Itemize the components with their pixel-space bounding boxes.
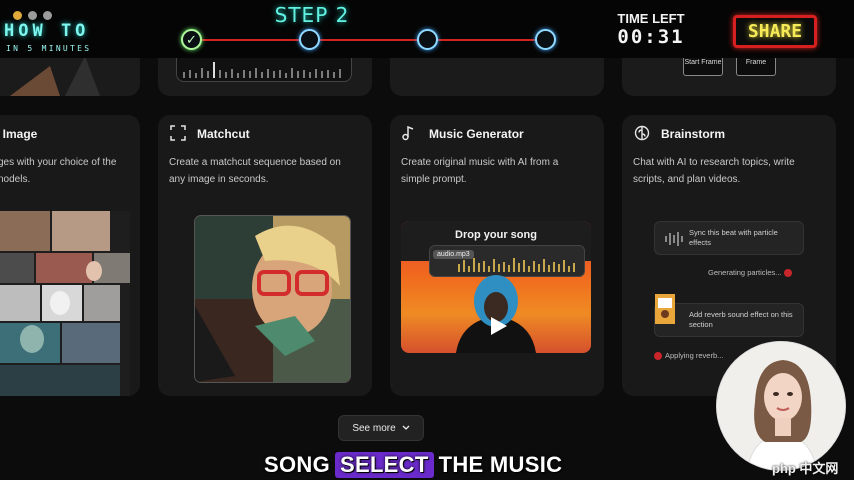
feature-card-image[interactable]: o Image ges with your choice of the node…	[0, 115, 140, 396]
dot-grey	[28, 11, 37, 20]
status-dot-icon	[654, 352, 662, 361]
feature-card-music-generator[interactable]: Music Generator Create original music wi…	[390, 115, 604, 396]
music-note-icon	[402, 125, 414, 141]
card-title: Music Generator	[429, 127, 524, 141]
brain-icon	[634, 125, 650, 141]
dot-orange	[13, 11, 22, 20]
caption-word-before: SONG	[264, 451, 330, 477]
show-subtitle: IN 5 MINUTES	[6, 44, 92, 53]
see-more-label: See more	[352, 422, 396, 434]
matchcut-icon	[170, 125, 186, 141]
time-left-value: 00:31	[617, 26, 685, 48]
end-frame-tag: Frame	[736, 56, 776, 76]
card-description: Create a matchcut sequence based on any …	[169, 157, 341, 185]
caption-word-after: THE MUSIC	[438, 451, 563, 477]
window-dots	[13, 11, 52, 20]
subtitle-caption: SONG SELECT THE MUSIC	[264, 449, 562, 480]
top-card-1-thumbnail	[10, 56, 100, 96]
step-node-4	[535, 29, 556, 50]
card-description: ges with your choice of the nodels.	[0, 157, 117, 185]
card-description: Create original music with AI from a sim…	[401, 157, 559, 185]
song-drop-zone[interactable]: Drop your song audio.mp3	[401, 221, 591, 353]
step-progress-line	[190, 39, 546, 41]
card-description: Chat with AI to research topics, write s…	[633, 157, 795, 185]
audio-waveform	[176, 58, 352, 82]
step-node-1-check-icon: ✓	[181, 29, 202, 50]
step-node-2	[299, 29, 320, 50]
show-title: HOW TO	[4, 21, 90, 41]
status-reverb: Applying reverb...	[654, 351, 724, 361]
matchcut-preview-image	[195, 216, 350, 382]
waveform-icon	[665, 232, 683, 246]
chat-bubble-1: Sync this beat with particle effects	[654, 221, 804, 255]
step-node-3	[417, 29, 438, 50]
chat-bubble-2: Add reverb sound effect on this section	[654, 294, 804, 337]
see-more-button[interactable]: See more	[338, 415, 424, 441]
step-title: STEP 2	[274, 3, 350, 27]
presenter-avatar	[716, 341, 846, 471]
chevron-down-icon	[402, 425, 410, 430]
status-generating: Generating particles...	[708, 268, 793, 278]
top-card-3	[390, 56, 604, 96]
status-dot-icon	[784, 269, 793, 278]
card-title: o Image	[0, 127, 38, 141]
time-left-label: TIME LEFT	[617, 11, 685, 26]
top-card-1	[0, 56, 140, 96]
top-banner: HOW TO IN 5 MINUTES STEP 2 ✓ TIME LEFT 0…	[0, 0, 854, 58]
caption-highlight-word: SELECT	[335, 451, 434, 478]
chat-message-2: Add reverb sound effect on this section	[689, 310, 793, 329]
top-card-4	[622, 56, 836, 96]
chat-message-1: Sync this beat with particle effects	[689, 228, 778, 247]
dot-grey	[43, 11, 52, 20]
start-frame-tag: Start Frame	[683, 56, 723, 76]
thumbnail-icon	[655, 294, 675, 324]
card-title: Brainstorm	[661, 127, 726, 141]
watermark-logo: php 中文网	[772, 461, 839, 476]
presenter-image	[717, 342, 845, 470]
waveform-graphic	[183, 62, 341, 78]
status-generating-text: Generating particles...	[708, 268, 782, 277]
status-reverb-text: Applying reverb...	[665, 351, 724, 360]
image-collage	[0, 211, 130, 396]
play-icon[interactable]	[487, 315, 509, 337]
share-button[interactable]: SHARE	[733, 15, 817, 48]
feature-card-matchcut[interactable]: Matchcut Create a matchcut sequence base…	[158, 115, 372, 396]
card-title: Matchcut	[197, 127, 250, 141]
